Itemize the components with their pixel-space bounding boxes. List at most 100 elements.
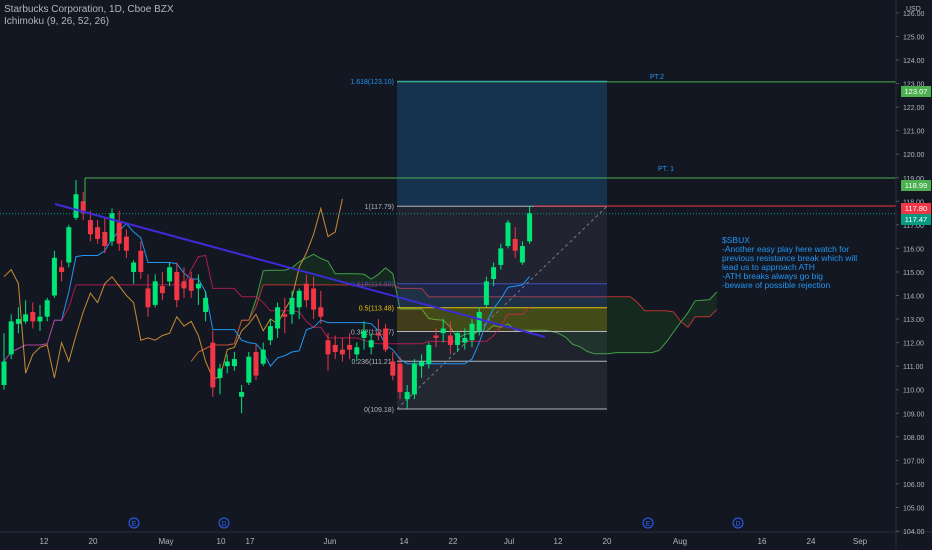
candle-body — [1, 361, 7, 385]
x-tick-label: Jun — [324, 537, 337, 546]
x-tick-label: 24 — [807, 537, 816, 546]
fib-level-label: 0(109.18) — [364, 407, 394, 414]
candle-body — [51, 257, 57, 296]
candle-body — [476, 311, 482, 331]
annotation-note[interactable]: $SBUX -Another easy play here watch for … — [722, 236, 912, 290]
fib-zone — [397, 283, 607, 308]
y-tick-label: 122.00 — [903, 105, 925, 112]
candle-body — [289, 297, 295, 315]
x-tick-label: 14 — [400, 537, 409, 546]
event-marker-label: D — [735, 521, 740, 528]
x-tick-label: 16 — [758, 537, 767, 546]
candle-body — [15, 319, 21, 324]
price-tag-pt1: 118.99 — [901, 180, 931, 191]
candle-body — [347, 344, 353, 350]
candle-body — [303, 283, 309, 301]
candle-body — [411, 363, 417, 395]
y-tick-label: 104.00 — [903, 529, 925, 536]
candle-body — [469, 323, 475, 341]
candle-body — [138, 250, 144, 272]
x-tick-label: 12 — [40, 537, 49, 546]
candle-body — [37, 316, 43, 322]
candle-body — [447, 335, 453, 345]
candle-body — [145, 288, 151, 308]
fib-zone — [397, 307, 607, 332]
candle-body — [483, 281, 489, 305]
candle-body — [59, 267, 65, 272]
candle-body — [152, 281, 158, 305]
candle-body — [267, 326, 273, 341]
candle-body — [440, 328, 446, 334]
y-tick-label: 110.00 — [903, 388, 924, 395]
y-tick-label: 125.00 — [903, 34, 925, 41]
candle-body — [174, 271, 180, 301]
y-tick-label: 112.00 — [903, 341, 924, 348]
y-tick-label: 109.00 — [903, 411, 925, 418]
candle-body — [181, 281, 187, 289]
candle-body — [102, 231, 108, 247]
x-tick-label: Aug — [673, 537, 687, 546]
y-tick-label: 113.00 — [903, 317, 924, 324]
fib-level-label: 0.236(111.21) — [351, 359, 394, 366]
candle-body — [498, 248, 504, 265]
price-tag-pt2: 123.07 — [901, 86, 931, 97]
currency-label: USD — [906, 6, 921, 13]
candle-body — [519, 246, 525, 263]
price-tag-last: 117.47 — [901, 214, 931, 225]
fib-level-label: 0.5(113.48) — [359, 306, 394, 313]
candle-body — [397, 363, 403, 393]
candle-body — [296, 290, 302, 308]
candle-body — [131, 262, 137, 272]
candle-body — [203, 297, 209, 312]
x-tick-label: 12 — [554, 537, 563, 546]
indicator-label[interactable]: Ichimoku (9, 26, 52, 26) — [4, 16, 109, 27]
candle-body — [188, 279, 194, 291]
candle-body — [339, 349, 345, 355]
y-tick-label: 120.00 — [903, 152, 925, 159]
candle-body — [123, 236, 129, 251]
event-marker-label: E — [646, 521, 651, 528]
fib-level-label: 1.618(123.10) — [350, 79, 394, 86]
candle-body — [375, 333, 381, 336]
x-tick-label: 22 — [449, 537, 458, 546]
x-tick-label: 20 — [603, 537, 612, 546]
candle-body — [116, 222, 122, 244]
candle-body — [318, 307, 324, 317]
candle-body — [224, 361, 230, 367]
candle-body — [239, 392, 245, 397]
candle-body — [95, 227, 101, 239]
fib-retracement[interactable]: 1.618(123.10)1(117.79)0.618(114.50)0.5(1… — [350, 79, 608, 414]
candle-body — [66, 227, 72, 263]
candle-body — [325, 340, 331, 355]
candle-body — [260, 349, 266, 364]
candle-body — [419, 361, 425, 367]
candle-body — [390, 361, 396, 376]
candle-body — [455, 333, 461, 345]
candle-body — [361, 330, 367, 338]
candle-body — [368, 340, 374, 348]
candle-body — [311, 288, 317, 310]
y-tick-label: 105.00 — [903, 505, 925, 512]
candle-body — [231, 359, 237, 367]
candle-body — [426, 344, 432, 364]
event-marker-label: D — [221, 521, 226, 528]
candle-body — [404, 392, 410, 400]
event-marker-label: E — [132, 521, 137, 528]
candle-body — [505, 222, 511, 247]
candle-body — [167, 267, 173, 282]
candle-body — [354, 347, 360, 355]
candle-body — [23, 314, 29, 322]
fib-level-label: 1(117.79) — [365, 204, 394, 211]
candle-body — [159, 286, 165, 294]
candle-body — [210, 342, 216, 388]
y-tick-label: 111.00 — [903, 364, 923, 371]
y-tick-label: 108.00 — [903, 435, 925, 442]
candle-body — [217, 368, 223, 378]
candle-body — [512, 238, 518, 251]
candle-body — [332, 344, 338, 353]
x-tick-label: Jul — [504, 537, 514, 546]
y-tick-label: 107.00 — [903, 458, 925, 465]
fib-zone — [397, 206, 607, 284]
target-label-pt1: PT. 1 — [658, 166, 674, 173]
x-tick-label: May — [158, 537, 173, 546]
